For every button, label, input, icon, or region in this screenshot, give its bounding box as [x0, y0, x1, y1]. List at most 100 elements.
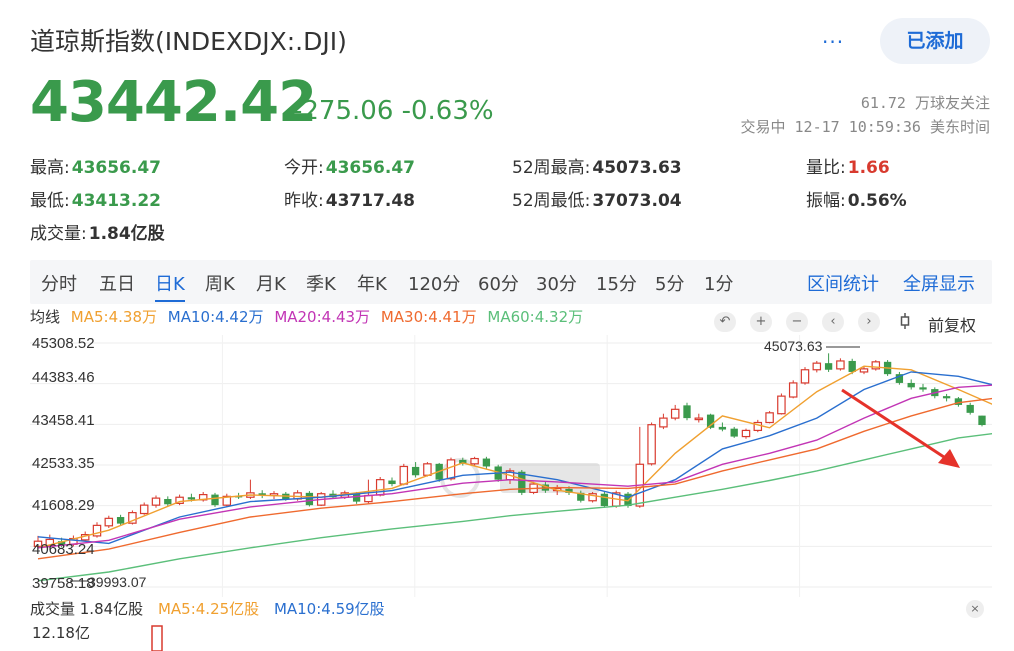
undo-icon[interactable]: ↶: [714, 312, 736, 332]
stat-52w-high-label: 52周最高:: [512, 158, 591, 178]
ma60-line: [37, 433, 992, 582]
candle: [482, 456, 491, 469]
tab-5min[interactable]: 5分: [655, 270, 684, 296]
candle: [258, 490, 266, 499]
stat-52w-high-value: 45073.63: [592, 158, 682, 178]
candle: [730, 426, 738, 438]
stat-52w-low-label: 52周最低:: [512, 191, 591, 211]
ma30-value: MA30:4.41万: [380, 308, 477, 326]
volume-bar: [151, 625, 163, 651]
candle: [411, 462, 420, 478]
tab-1min[interactable]: 1分: [704, 270, 733, 296]
ma10-value: MA10:4.42万: [167, 308, 264, 326]
stat-52w-high: 52周最高: 45073.63: [512, 153, 682, 178]
adjust-mode-select[interactable]: 前复权: [928, 312, 976, 336]
y-tick-label: 44383.46: [32, 369, 95, 386]
stat-volume-ratio-value: 1.66: [847, 158, 890, 178]
volume-ma10: MA10:4.59亿股: [273, 600, 385, 618]
tab-fenshi[interactable]: 分时: [41, 270, 77, 296]
ma-legend: 均线 MA5:4.38万 MA10:4.42万 MA20:4.43万 MA30:…: [30, 306, 589, 327]
candle-type-icon[interactable]: [894, 312, 916, 332]
stat-open: 今开: 43656.47: [284, 153, 415, 178]
candle: [375, 477, 385, 497]
current-price: 43442.42: [30, 70, 317, 135]
volume-legend: 成交量 1.84亿股 MA5:4.25亿股 MA10:4.59亿股: [30, 598, 395, 619]
zoom-out-icon[interactable]: −: [786, 312, 808, 332]
candle: [139, 502, 149, 515]
page-title: 道琼斯指数(INDEXDJX:.DJI): [30, 27, 347, 56]
candle: [388, 477, 396, 487]
stat-amplitude: 振幅: 0.56%: [806, 186, 907, 211]
candle: [871, 360, 881, 371]
tab-120min[interactable]: 120分: [408, 270, 460, 296]
candle: [895, 371, 904, 385]
followers-count[interactable]: 61.72 万球友关注: [861, 92, 990, 113]
volume-ma5: MA5:4.25亿股: [157, 600, 260, 618]
candle: [788, 380, 798, 399]
more-menu-button[interactable]: ···: [822, 30, 844, 54]
candle: [777, 393, 786, 415]
close-icon[interactable]: ×: [966, 600, 984, 618]
candle: [470, 456, 479, 466]
stat-low-value: 43413.22: [71, 191, 161, 211]
stat-prev-close-value: 43717.48: [325, 191, 415, 211]
tab-5day[interactable]: 五日: [99, 270, 135, 296]
added-watchlist-button[interactable]: 已添加: [880, 18, 990, 64]
tab-60min[interactable]: 60分: [478, 270, 519, 296]
tab-quarterly-k[interactable]: 季K: [306, 270, 336, 296]
y-tick-label: 41608.29: [32, 497, 95, 514]
stat-low-label: 最低:: [30, 191, 70, 211]
y-tick-label: 39758.18: [32, 575, 95, 592]
stat-52w-low-value: 37073.04: [592, 191, 682, 211]
tab-monthly-k[interactable]: 月K: [256, 270, 286, 296]
chevron-right-icon[interactable]: ›: [858, 312, 880, 332]
candle: [399, 463, 409, 486]
chevron-left-icon[interactable]: ‹: [822, 312, 844, 332]
candle: [600, 491, 609, 508]
stat-low: 最低: 43413.22: [30, 186, 161, 211]
candle: [329, 490, 337, 499]
tab-daily-k[interactable]: 日K: [155, 270, 185, 302]
tab-30min[interactable]: 30分: [536, 270, 577, 296]
stat-volume: 成交量: 1.84亿股: [30, 219, 165, 244]
candle: [92, 522, 102, 538]
candle: [175, 494, 184, 506]
stat-volume-value: 1.84亿股: [88, 224, 165, 244]
candle: [659, 413, 668, 430]
tab-yearly-k[interactable]: 年K: [357, 270, 387, 296]
tab-15min[interactable]: 15分: [596, 270, 637, 296]
stat-open-label: 今开:: [284, 158, 324, 178]
candle: [919, 383, 927, 392]
candle: [718, 422, 727, 432]
candle: [635, 426, 645, 508]
candle: [211, 492, 219, 507]
y-tick-label: 42533.35: [32, 455, 95, 472]
stat-amplitude-label: 振幅:: [806, 191, 846, 211]
stat-prev-close: 昨收: 43717.48: [284, 186, 415, 211]
candle: [978, 415, 986, 427]
ma10-line: [37, 371, 992, 545]
candle: [824, 353, 833, 372]
volume-chart: [151, 625, 163, 651]
stat-volume-ratio-label: 量比:: [806, 158, 846, 178]
trade-time: 交易中 12-17 10:59:36 美东时间: [740, 118, 991, 136]
y-tick-label: 40683.24: [32, 541, 95, 558]
stat-high: 最高: 43656.47: [30, 153, 161, 178]
candle: [222, 493, 232, 507]
fullscreen-link[interactable]: 全屏显示: [903, 270, 975, 296]
ma5-value: MA5:4.38万: [70, 308, 157, 326]
stat-open-value: 43656.47: [325, 158, 415, 178]
tab-weekly-k[interactable]: 周K: [205, 270, 235, 296]
candle: [907, 379, 915, 390]
candle: [966, 402, 974, 415]
range-stats-link[interactable]: 区间统计: [807, 270, 879, 296]
ma20-value: MA20:4.43万: [274, 308, 371, 326]
candle: [836, 358, 845, 371]
ma-label: 均线: [30, 308, 61, 326]
max-annotation: 45073.63: [764, 338, 823, 354]
stat-volume-ratio: 量比: 1.66: [806, 153, 890, 178]
candle: [812, 360, 822, 373]
kline-chart[interactable]: 45073.63 39993.07: [30, 335, 992, 597]
zoom-in-icon[interactable]: +: [750, 312, 772, 332]
candle: [741, 428, 751, 439]
